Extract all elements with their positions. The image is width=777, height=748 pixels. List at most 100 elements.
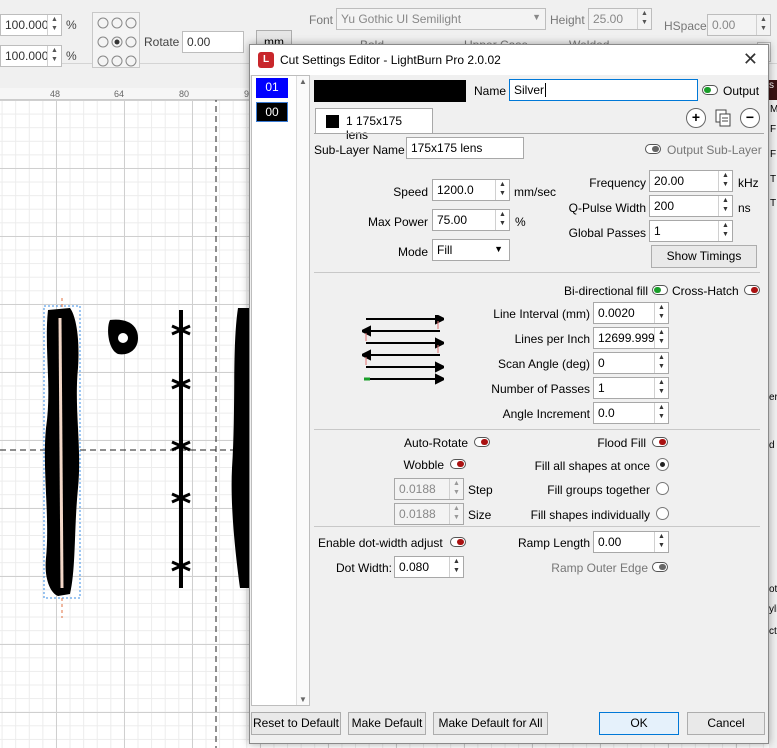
wobble-toggle[interactable] [450, 459, 466, 469]
spin-arrows-icon[interactable]: ▲ ▼ [449, 479, 463, 499]
name-input[interactable]: Silver [509, 79, 698, 101]
bidir-fill-label: Bi-directional fill [563, 284, 648, 298]
wobble-size-input[interactable]: 0.0188 ▲ ▼ [394, 503, 464, 525]
tab-border [314, 133, 764, 134]
right-fragment-text: T [770, 198, 777, 209]
ok-button[interactable]: OK [599, 712, 679, 735]
ruler-tick: 48 [50, 89, 61, 99]
copy-sublayer-icon[interactable] [713, 108, 733, 128]
font-dropdown[interactable]: Yu Gothic UI Semilight ▼ [336, 8, 546, 30]
spin-arrows-icon[interactable]: ▲ ▼ [637, 9, 651, 29]
ramp-length-label: Ramp Length [517, 536, 590, 550]
layer-list[interactable]: 01 00 ▲ ▼ [251, 75, 310, 706]
spin-arrows-icon[interactable]: ▲ ▼ [654, 353, 668, 373]
number-of-passes-input[interactable]: 1 ▲ ▼ [593, 377, 669, 399]
output-toggle[interactable] [702, 85, 718, 95]
spin-arrows-icon[interactable]: ▲ ▼ [495, 180, 509, 200]
wobble-label: Wobble [403, 458, 444, 472]
spin-arrows-icon[interactable]: ▲ ▼ [654, 532, 668, 552]
lines-per-inch-label: Lines per Inch [514, 332, 590, 346]
speed-label: Speed [393, 185, 428, 199]
ramp-length-input[interactable]: 0.00 ▲ ▼ [593, 531, 669, 553]
spin-arrows-icon[interactable]: ▲ ▼ [654, 403, 668, 423]
close-icon[interactable]: ✕ [743, 49, 758, 70]
spin-arrows-icon[interactable]: ▲ ▼ [718, 221, 732, 241]
layer-item-01[interactable]: 01 [256, 78, 288, 98]
line-interval-input[interactable]: 0.0020 ▲ ▼ [593, 302, 669, 324]
make-default-button[interactable]: Make Default [348, 712, 426, 735]
spin-arrows-icon[interactable]: ▲ ▼ [756, 15, 770, 35]
layer-list-scrollbar[interactable]: ▲ ▼ [296, 76, 309, 705]
mode-dropdown[interactable]: Fill ▼ [432, 239, 510, 261]
separator [314, 526, 760, 527]
spin-arrows-icon[interactable]: ▲ ▼ [449, 504, 463, 524]
qpulse-input[interactable]: 200 ▲ ▼ [649, 195, 733, 217]
make-default-for-all-button[interactable]: Make Default for All [433, 712, 548, 735]
ramp-outer-edge-toggle[interactable] [652, 562, 668, 572]
height-percent-field[interactable]: 100.000 ▲ ▼ [0, 45, 62, 67]
spin-arrows-icon[interactable]: ▲ ▼ [495, 210, 509, 230]
scroll-down-icon[interactable]: ▼ [299, 695, 307, 704]
dot-width-adjust-toggle[interactable] [450, 537, 466, 547]
speed-input[interactable]: 1200.0 ▲ ▼ [432, 179, 510, 201]
rotate-label: Rotate [144, 35, 180, 49]
add-sublayer-icon[interactable]: + [686, 108, 706, 128]
spin-arrows-icon[interactable]: ▲ ▼ [47, 46, 61, 66]
step-label: Step [468, 483, 493, 497]
scan-angle-input[interactable]: 0 ▲ ▼ [593, 352, 669, 374]
chevron-down-icon: ▼ [532, 12, 541, 22]
angle-increment-input[interactable]: 0.0 ▲ ▼ [593, 402, 669, 424]
wobble-step-input[interactable]: 0.0188 ▲ ▼ [394, 478, 464, 500]
output-sublayer-label: Output Sub-Layer [667, 143, 762, 157]
font-label: Font [309, 13, 334, 27]
name-label: Name [473, 84, 506, 98]
hspace-field[interactable]: 0.00 ▲ ▼ [707, 14, 771, 36]
reset-to-default-button[interactable]: Reset to Default [251, 712, 341, 735]
scroll-up-icon[interactable]: ▲ [299, 77, 307, 86]
spin-arrows-icon[interactable]: ▲ ▼ [718, 196, 732, 216]
frequency-input[interactable]: 20.00 ▲ ▼ [649, 170, 733, 192]
width-field[interactable]: 100.000 ▲ ▼ [0, 14, 62, 36]
mode-label: Mode [397, 245, 428, 259]
remove-sublayer-icon[interactable]: − [740, 108, 760, 128]
fill-individually-radio[interactable] [656, 507, 669, 520]
spin-arrows-icon[interactable]: ▲ ▼ [654, 303, 668, 323]
lines-per-inch-input[interactable]: 12699.999 ▲ ▼ [593, 327, 669, 349]
scan-angle-label: Scan Angle (deg) [497, 357, 590, 371]
text-height-field[interactable]: 25.00 ▲ ▼ [588, 8, 652, 30]
anchor-grid[interactable] [92, 12, 140, 68]
sublayer-name-input[interactable]: 175x175 lens [406, 137, 524, 159]
dialog-titlebar[interactable]: L Cut Settings Editor - LightBurn Pro 2.… [250, 45, 768, 75]
fill-groups-radio[interactable] [656, 482, 669, 495]
barbed-wire-shape-4[interactable] [231, 308, 250, 588]
show-timings-button[interactable]: Show Timings [651, 245, 757, 268]
qpulse-unit: ns [738, 201, 751, 215]
auto-rotate-toggle[interactable] [474, 437, 490, 447]
spin-arrows-icon[interactable]: ▲ ▼ [47, 15, 61, 35]
spin-arrows-icon[interactable]: ▲ ▼ [654, 328, 668, 348]
layer-item-00[interactable]: 00 [256, 102, 288, 122]
spin-arrows-icon[interactable]: ▲ ▼ [718, 171, 732, 191]
output-sublayer-toggle[interactable] [645, 144, 661, 154]
anchor-circles-icon [97, 17, 137, 67]
max-power-input[interactable]: 75.00 ▲ ▼ [432, 209, 510, 231]
crosshatch-toggle[interactable] [744, 285, 760, 295]
global-passes-input[interactable]: 1 ▲ ▼ [649, 220, 733, 242]
separator [314, 429, 760, 430]
right-panel-fragment: s M F F T T ers d ot yli cte [769, 64, 777, 748]
spin-arrows-icon[interactable]: ▲ ▼ [449, 557, 463, 577]
spin-arrows-icon[interactable]: ▲ ▼ [654, 378, 668, 398]
height-label: Height [550, 13, 585, 27]
layer-color-swatch[interactable] [314, 80, 466, 102]
rotate-field[interactable]: 0.00 [182, 31, 244, 53]
barbed-wire-highlight [58, 317, 64, 589]
cancel-button[interactable]: Cancel [687, 712, 765, 735]
tab-sublayer-1[interactable]: 1 175x175 lens [315, 108, 433, 142]
right-fragment-text: ers [769, 392, 777, 403]
fill-all-radio[interactable] [656, 458, 669, 471]
fill-individually-label: Fill shapes individually [530, 508, 650, 522]
dot-width-label: Dot Width: [335, 561, 392, 575]
bidir-fill-toggle[interactable] [652, 285, 668, 295]
flood-fill-toggle[interactable] [652, 437, 668, 447]
dot-width-input[interactable]: 0.080 ▲ ▼ [394, 556, 464, 578]
